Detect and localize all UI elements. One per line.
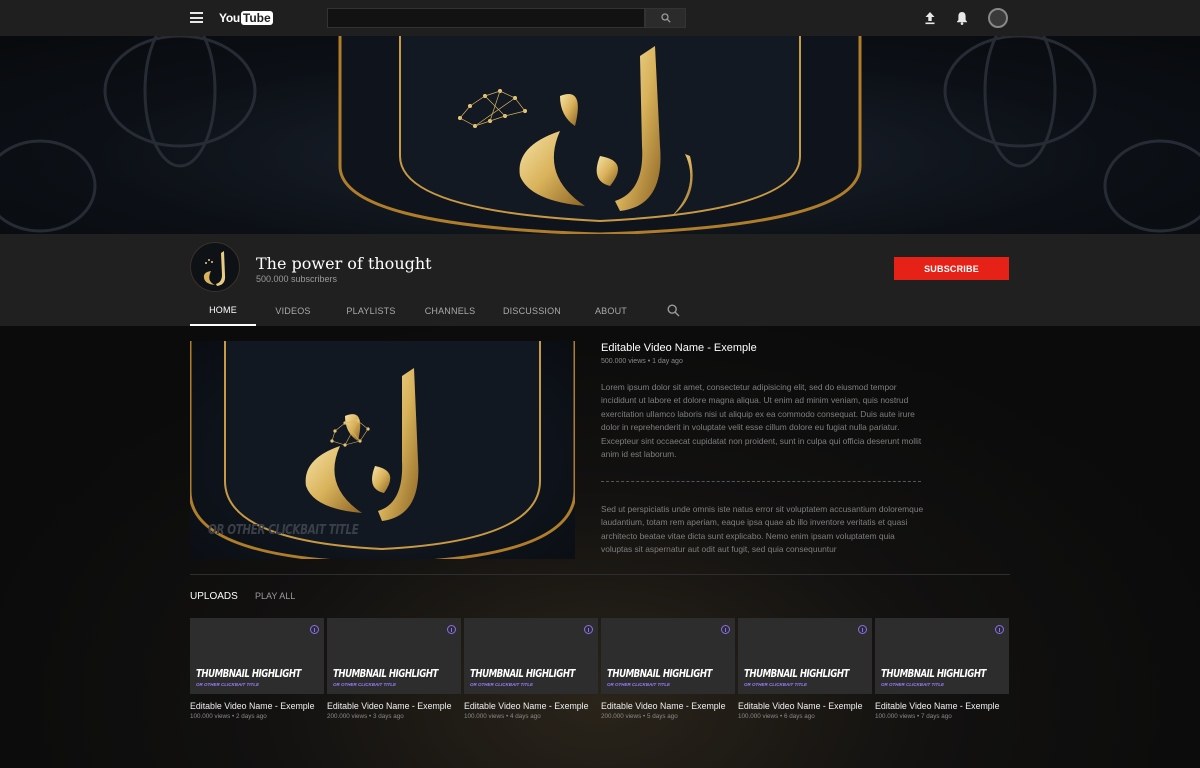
- video-thumbnail[interactable]: THUMBNAIL HIGHLIGHT OR OTHER CLICKBAIT T…: [190, 618, 324, 694]
- logo-text-tube: Tube: [240, 11, 273, 25]
- video-meta: 100.000 views • 6 days ago: [738, 713, 815, 720]
- info-icon[interactable]: [995, 625, 1004, 634]
- video-card[interactable]: THUMBNAIL HIGHLIGHT OR OTHER CLICKBAIT T…: [327, 618, 461, 720]
- section-divider: [190, 574, 1010, 575]
- channel-avatar[interactable]: [190, 242, 240, 292]
- bell-icon[interactable]: [955, 10, 969, 26]
- video-thumbnail[interactable]: THUMBNAIL HIGHLIGHT OR OTHER CLICKBAIT T…: [601, 618, 735, 694]
- featured-video-title[interactable]: Editable Video Name - Exemple: [601, 342, 757, 354]
- thumbnail-subtitle: OR OTHER CLICKBAIT TITLE: [744, 682, 807, 687]
- thumbnail-highlight: THUMBNAIL HIGHLIGHT: [881, 668, 986, 680]
- video-meta: 200.000 views • 5 days ago: [601, 713, 678, 720]
- banner-art: [0, 36, 1200, 234]
- thumbnail-subtitle: OR OTHER CLICKBAIT TITLE: [333, 682, 396, 687]
- video-thumbnail[interactable]: THUMBNAIL HIGHLIGHT OR OTHER CLICKBAIT T…: [327, 618, 461, 694]
- tab-discussion[interactable]: DISCUSSION: [496, 296, 568, 326]
- avatar[interactable]: [988, 8, 1008, 28]
- video-meta: 200.000 views • 3 days ago: [327, 713, 404, 720]
- featured-video-thumbnail[interactable]: OR OTHER CLICKBAIT TITLE: [190, 341, 575, 559]
- featured-description-2: Sed ut perspiciatis unde omnis iste natu…: [601, 504, 924, 555]
- info-icon[interactable]: [447, 625, 456, 634]
- video-card[interactable]: THUMBNAIL HIGHLIGHT OR OTHER CLICKBAIT T…: [601, 618, 735, 720]
- uploads-heading[interactable]: UPLOADS: [190, 591, 238, 602]
- play-all-button[interactable]: PLAY ALL: [255, 591, 295, 601]
- search-button[interactable]: [645, 8, 686, 28]
- video-card[interactable]: THUMBNAIL HIGHLIGHT OR OTHER CLICKBAIT T…: [464, 618, 598, 720]
- info-icon[interactable]: [584, 625, 593, 634]
- thumbnail-highlight: THUMBNAIL HIGHLIGHT: [196, 668, 301, 680]
- top-bar: You Tube: [0, 0, 1200, 36]
- tab-playlists[interactable]: PLAYLISTS: [338, 296, 404, 326]
- video-card[interactable]: THUMBNAIL HIGHLIGHT OR OTHER CLICKBAIT T…: [190, 618, 324, 720]
- search-input[interactable]: [327, 8, 645, 28]
- search-icon: [660, 13, 671, 23]
- logo-text-you: You: [219, 11, 240, 25]
- featured-video-meta: 500.000 views • 1 day ago: [601, 358, 683, 365]
- video-card[interactable]: THUMBNAIL HIGHLIGHT OR OTHER CLICKBAIT T…: [875, 618, 1009, 720]
- upload-icon[interactable]: [923, 10, 937, 26]
- video-title[interactable]: Editable Video Name - Exemple: [464, 701, 598, 711]
- video-card[interactable]: THUMBNAIL HIGHLIGHT OR OTHER CLICKBAIT T…: [738, 618, 872, 720]
- thumbnail-subtitle: OR OTHER CLICKBAIT TITLE: [196, 682, 259, 687]
- video-thumbnail[interactable]: THUMBNAIL HIGHLIGHT OR OTHER CLICKBAIT T…: [464, 618, 598, 694]
- thumbnail-subtitle: OR OTHER CLICKBAIT TITLE: [607, 682, 670, 687]
- description-divider: [601, 481, 921, 482]
- channel-search-icon[interactable]: [667, 304, 680, 317]
- channel-name: The power of thought: [256, 254, 432, 273]
- video-title[interactable]: Editable Video Name - Exemple: [738, 701, 872, 711]
- channel-logo-icon: [203, 251, 226, 286]
- tab-channels[interactable]: CHANNELS: [417, 296, 483, 326]
- video-title[interactable]: Editable Video Name - Exemple: [190, 701, 324, 711]
- subscribe-button[interactable]: SUBSCRIBE: [894, 257, 1009, 280]
- video-meta: 100.000 views • 7 days ago: [875, 713, 952, 720]
- thumbnail-highlight: THUMBNAIL HIGHLIGHT: [607, 668, 712, 680]
- video-title[interactable]: Editable Video Name - Exemple: [327, 701, 461, 711]
- video-meta: 100.000 views • 4 days ago: [464, 713, 541, 720]
- video-thumbnail[interactable]: THUMBNAIL HIGHLIGHT OR OTHER CLICKBAIT T…: [738, 618, 872, 694]
- video-title[interactable]: Editable Video Name - Exemple: [875, 701, 1009, 711]
- info-icon[interactable]: [858, 625, 867, 634]
- subscriber-count: 500.000 subscribers: [256, 274, 338, 284]
- featured-description-1: Lorem ipsum dolor sit amet, consectetur …: [601, 382, 922, 460]
- video-meta: 100.000 views • 2 days ago: [190, 713, 267, 720]
- tab-home[interactable]: HOME: [190, 296, 256, 326]
- thumbnail-highlight: THUMBNAIL HIGHLIGHT: [333, 668, 438, 680]
- tab-videos[interactable]: VIDEOS: [260, 296, 326, 326]
- video-title[interactable]: Editable Video Name - Exemple: [601, 701, 735, 711]
- info-icon[interactable]: [310, 625, 319, 634]
- thumbnail-subtitle: OR OTHER CLICKBAIT TITLE: [470, 682, 533, 687]
- youtube-logo[interactable]: You Tube: [219, 11, 273, 25]
- thumbnail-highlight: THUMBNAIL HIGHLIGHT: [470, 668, 575, 680]
- menu-icon[interactable]: [190, 12, 203, 23]
- video-thumbnail[interactable]: THUMBNAIL HIGHLIGHT OR OTHER CLICKBAIT T…: [875, 618, 1009, 694]
- info-icon[interactable]: [721, 625, 730, 634]
- thumbnail-highlight: THUMBNAIL HIGHLIGHT: [744, 668, 849, 680]
- thumbnail-subtitle: OR OTHER CLICKBAIT TITLE: [881, 682, 944, 687]
- channel-banner: [0, 36, 1200, 234]
- main-content: [0, 326, 1200, 768]
- tab-about[interactable]: ABOUT: [578, 296, 644, 326]
- featured-thumbnail-caption: OR OTHER CLICKBAIT TITLE: [208, 523, 359, 538]
